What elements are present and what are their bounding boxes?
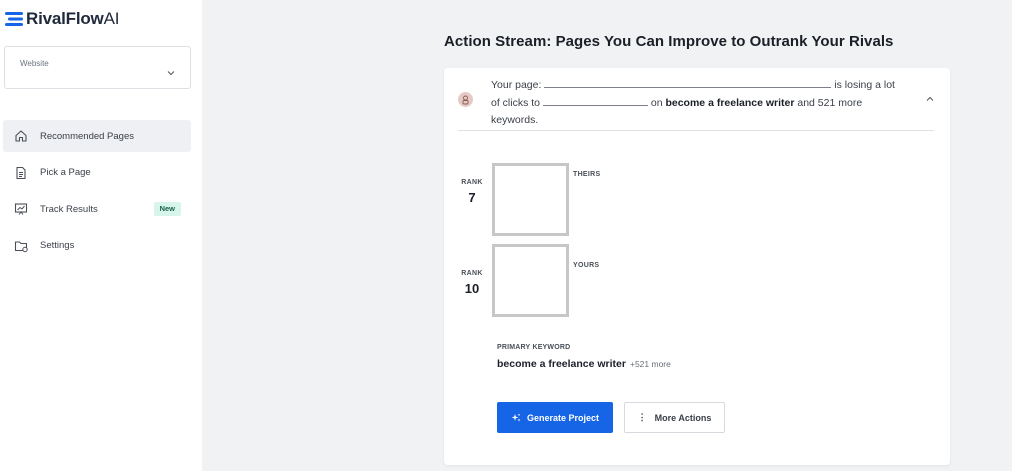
rank-number: 10 bbox=[464, 281, 480, 296]
card-divider bbox=[458, 130, 934, 131]
sidebar-item-track-results[interactable]: Track Results New bbox=[3, 193, 191, 225]
folder-gear-icon bbox=[13, 238, 29, 254]
your-page-placeholder bbox=[544, 79, 832, 88]
app-root: RivalFlowAI Website Recommended Pages Pi… bbox=[0, 0, 1012, 471]
generate-project-button[interactable]: Generate Project bbox=[497, 402, 613, 433]
primary-keyword-label: PRIMARY KEYWORD bbox=[497, 344, 571, 351]
sidebar: RivalFlowAI Website Recommended Pages Pi… bbox=[0, 0, 202, 471]
website-select[interactable]: Website bbox=[4, 46, 191, 89]
yours-label: YOURS bbox=[573, 262, 600, 269]
rank-label: RANK bbox=[461, 270, 483, 277]
chevron-up-icon[interactable] bbox=[924, 92, 936, 104]
more-keywords-link[interactable]: +521 more bbox=[630, 359, 671, 369]
sidebar-item-label: Recommended Pages bbox=[40, 130, 134, 142]
brand-logo-icon bbox=[5, 12, 23, 26]
page-title: Action Stream: Pages You Can Improve to … bbox=[444, 33, 894, 50]
document-icon bbox=[13, 165, 29, 181]
avatar bbox=[458, 92, 473, 107]
card-header[interactable]: Your page: is losing a lot of clicks to … bbox=[444, 68, 950, 130]
kebab-menu-icon: ⋮ bbox=[637, 412, 647, 422]
sparkle-icon bbox=[511, 413, 521, 423]
sidebar-item-pick-a-page[interactable]: Pick a Page bbox=[3, 157, 191, 189]
sidebar-item-label: Pick a Page bbox=[40, 167, 91, 178]
brand-logo[interactable]: RivalFlowAI bbox=[5, 9, 120, 28]
brand-name: RivalFlowAI bbox=[26, 9, 120, 28]
user-icon bbox=[462, 95, 469, 104]
home-icon bbox=[13, 128, 29, 144]
sidebar-item-recommended-pages[interactable]: Recommended Pages bbox=[3, 120, 191, 152]
summary-keyword: become a freelance writer bbox=[665, 96, 795, 109]
yours-rank: RANK 10 bbox=[458, 270, 486, 296]
sidebar-item-settings[interactable]: Settings bbox=[3, 230, 191, 262]
website-select-label: Website bbox=[20, 59, 49, 68]
theirs-label: THEIRS bbox=[573, 171, 601, 178]
sidebar-nav: Recommended Pages Pick a Page Track Resu… bbox=[3, 120, 191, 266]
action-card: Your page: is losing a lot of clicks to … bbox=[444, 68, 950, 465]
rank-number: 7 bbox=[468, 190, 476, 205]
new-badge: New bbox=[153, 202, 181, 216]
sidebar-item-label: Track Results bbox=[40, 203, 98, 215]
more-actions-button[interactable]: ⋮ More Actions bbox=[624, 402, 725, 433]
sidebar-item-label: Settings bbox=[40, 240, 75, 251]
rank-label: RANK bbox=[461, 179, 483, 186]
rival-page-placeholder bbox=[542, 97, 648, 106]
primary-keyword-value: become a freelance writer +521 more bbox=[497, 358, 671, 370]
theirs-rank: RANK 7 bbox=[458, 179, 486, 205]
chart-icon bbox=[13, 201, 29, 217]
theirs-page-thumbnail[interactable] bbox=[492, 163, 569, 236]
yours-page-thumbnail[interactable] bbox=[492, 244, 569, 317]
opportunity-summary: Your page: is losing a lot of clicks to … bbox=[491, 79, 895, 126]
chevron-down-icon bbox=[167, 63, 175, 81]
